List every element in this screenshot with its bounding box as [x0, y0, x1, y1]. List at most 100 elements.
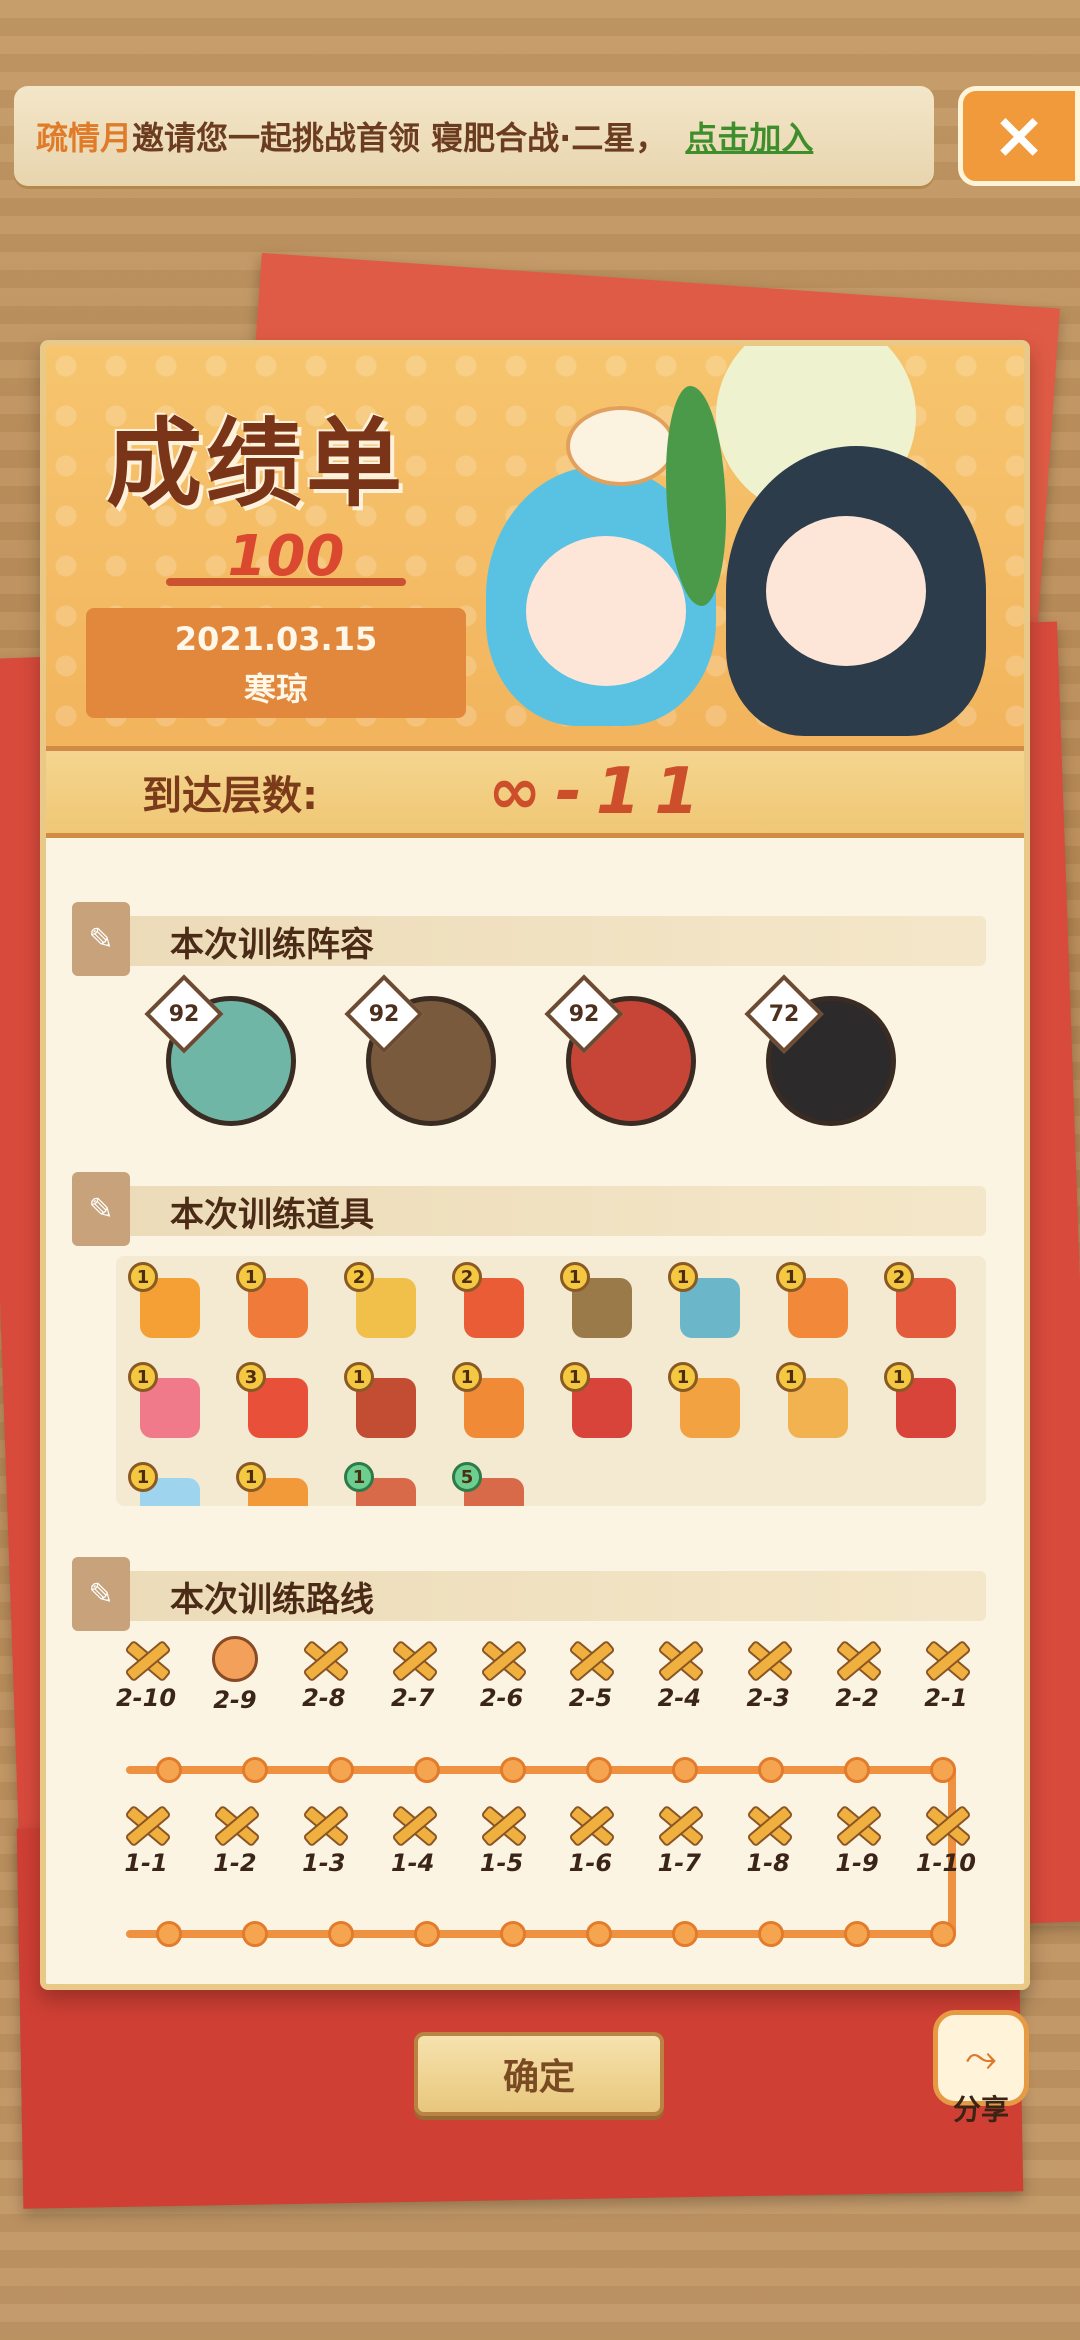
- item-slot[interactable]: 1: [332, 1456, 434, 1506]
- route-node: 2-7: [373, 1636, 453, 1714]
- route-dot: [844, 1921, 870, 1947]
- route-dot: [930, 1921, 956, 1947]
- route-node: 1-10: [906, 1801, 986, 1877]
- route-node: 1-6: [550, 1801, 630, 1877]
- item-count: 1: [344, 1462, 374, 1492]
- share-button[interactable]: ⤳ 分享: [926, 2010, 1036, 2130]
- route-node: 2-8: [284, 1636, 364, 1714]
- items-grid[interactable]: 1 1 2 2 1 1 1 2 1 3 1 1 1 1 1 1 1 1 1 5: [116, 1256, 986, 1506]
- item-slot[interactable]: 1: [116, 1356, 218, 1456]
- crossed-swords-icon: [919, 1636, 973, 1680]
- item-count: 1: [236, 1262, 266, 1292]
- confirm-button[interactable]: 确定: [414, 2032, 664, 2116]
- route-node: 1-2: [195, 1801, 275, 1877]
- report-date: 2021.03.15: [174, 620, 378, 658]
- route-dot: [586, 1921, 612, 1947]
- route-stage-label: 2-2: [835, 1684, 879, 1712]
- crossed-swords-icon: [119, 1636, 173, 1680]
- team-member[interactable]: 92: [144, 974, 296, 1126]
- item-slot[interactable]: 1: [548, 1356, 650, 1456]
- item-slot[interactable]: 1: [872, 1356, 974, 1456]
- item-slot[interactable]: 1: [656, 1256, 758, 1356]
- item-slot[interactable]: 1: [224, 1256, 326, 1356]
- item-count: 1: [560, 1362, 590, 1392]
- route-node: 2-1: [906, 1636, 986, 1714]
- item-count: 1: [668, 1362, 698, 1392]
- route-node: 1-5: [462, 1801, 542, 1877]
- item-count: 1: [560, 1262, 590, 1292]
- crossed-swords-icon: [386, 1636, 440, 1680]
- item-count: 2: [344, 1262, 374, 1292]
- close-button[interactable]: ×: [958, 86, 1080, 186]
- route-dot: [328, 1921, 354, 1947]
- route-node: 2-6: [462, 1636, 542, 1714]
- route-node: 2-10: [106, 1636, 186, 1714]
- route-stage-label: 1-4: [390, 1849, 435, 1877]
- team-member[interactable]: 92: [544, 974, 696, 1126]
- crossed-swords-icon: [119, 1801, 173, 1845]
- floor-bar: 到达层数: ∞-11: [46, 746, 1024, 838]
- floor-label: 到达层数:: [142, 773, 318, 819]
- route-node: 1-9: [817, 1801, 897, 1877]
- route-dot: [586, 1757, 612, 1783]
- route-heading-text: 本次训练路线: [170, 1579, 374, 1620]
- item-count: 3: [236, 1362, 266, 1392]
- route-stage-label: 1-1: [124, 1849, 168, 1877]
- item-slot[interactable]: 2: [332, 1256, 434, 1356]
- item-slot[interactable]: 5: [440, 1456, 542, 1506]
- route-stage-label: 1-7: [657, 1849, 701, 1877]
- report-hero: 成绩单 100 2021.03.15 寒琼: [46, 346, 1024, 746]
- crossed-swords-icon: [652, 1636, 706, 1680]
- item-slot[interactable]: 3: [224, 1356, 326, 1456]
- item-count: 1: [776, 1262, 806, 1292]
- team-member[interactable]: 72: [744, 974, 896, 1126]
- team-heading: ✎ 本次训练阵容: [72, 902, 986, 976]
- route-dot: [844, 1757, 870, 1783]
- item-slot[interactable]: 1: [332, 1356, 434, 1456]
- item-slot[interactable]: 2: [872, 1256, 974, 1356]
- crossed-swords-icon: [563, 1801, 617, 1845]
- route-dot: [672, 1921, 698, 1947]
- member-level: 92: [368, 1001, 400, 1027]
- team-member[interactable]: 92: [344, 974, 496, 1126]
- route-stage-label: 2-9: [213, 1686, 257, 1714]
- invite-message: 邀请您一起挑战首领 寝肥合战·二星，: [132, 119, 668, 157]
- item-slot[interactable]: 1: [116, 1456, 218, 1506]
- team-lineup: 92 92 92 72: [144, 974, 956, 1126]
- item-slot[interactable]: 1: [116, 1256, 218, 1356]
- character-illustration: [466, 346, 1024, 746]
- item-count: 1: [236, 1462, 266, 1492]
- route-dot: [672, 1757, 698, 1783]
- route-node: 1-1: [106, 1801, 186, 1877]
- date-box: 2021.03.15 寒琼: [86, 608, 466, 718]
- invite-notice: 疏情月 邀请您一起挑战首领 寝肥合战·二星， 点击加入: [14, 86, 934, 186]
- item-count: 2: [884, 1262, 914, 1292]
- item-count: 1: [776, 1362, 806, 1392]
- crossed-swords-icon: [741, 1636, 795, 1680]
- item-slot[interactable]: 1: [548, 1256, 650, 1356]
- pencil-icon: ✎: [72, 902, 130, 976]
- route-dot: [414, 1757, 440, 1783]
- item-slot[interactable]: 2: [440, 1256, 542, 1356]
- route-dot: [500, 1921, 526, 1947]
- item-count: 1: [452, 1362, 482, 1392]
- route-node: 2-4: [639, 1636, 719, 1714]
- route-stage-label: 1-5: [479, 1849, 524, 1877]
- route-stage-label: 1-3: [302, 1849, 346, 1877]
- route-stage-label: 2-3: [746, 1684, 790, 1712]
- item-slot[interactable]: 1: [764, 1356, 866, 1456]
- item-count: 1: [668, 1262, 698, 1292]
- route-node: 2-3: [728, 1636, 808, 1714]
- route-dot: [414, 1921, 440, 1947]
- item-slot[interactable]: 1: [656, 1356, 758, 1456]
- pencil-icon: ✎: [72, 1172, 130, 1246]
- item-slot[interactable]: 1: [440, 1356, 542, 1456]
- inviter-name: 疏情月: [36, 119, 133, 157]
- route-node: 1-3: [284, 1801, 364, 1877]
- item-slot[interactable]: 1: [764, 1256, 866, 1356]
- item-slot[interactable]: 1: [224, 1456, 326, 1506]
- join-link[interactable]: 点击加入: [685, 113, 813, 159]
- pencil-icon: ✎: [72, 1557, 130, 1631]
- boss-cat-icon: [211, 1636, 258, 1682]
- route-row-stage-1: 1-1 1-2 1-3 1-4 1-5 1-6 1-7 1-8 1-9 1-10: [106, 1801, 986, 1877]
